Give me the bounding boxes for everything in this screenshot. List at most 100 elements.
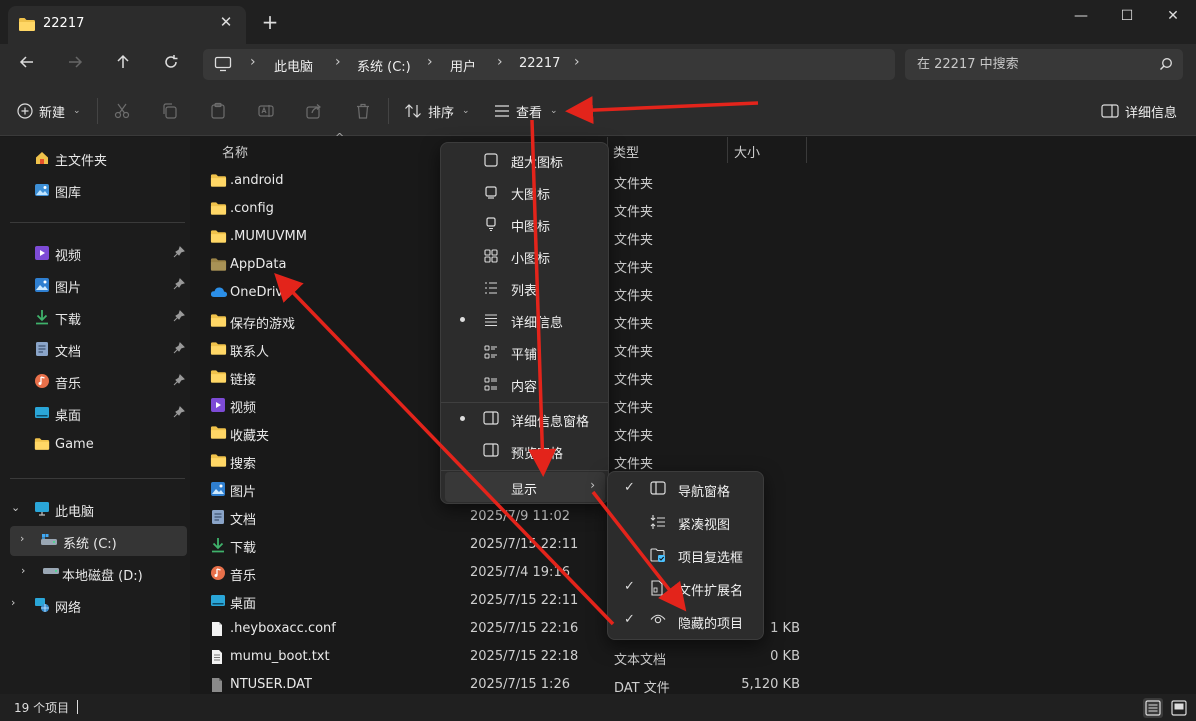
chevron-right-icon[interactable]: ›: [21, 564, 25, 577]
breadcrumb-system-c[interactable]: 系统 (C:): [357, 56, 411, 75]
file-name: 链接: [230, 373, 257, 388]
status-bar: 19 个项目: [0, 694, 1196, 721]
column-header-size[interactable]: 大小: [734, 142, 760, 161]
chevron-down-icon[interactable]: ⌄: [11, 501, 20, 514]
breadcrumb-22217[interactable]: 22217: [519, 56, 560, 71]
hidden-items-icon: [650, 613, 666, 629]
tab-22217[interactable]: 22217 ✕: [8, 6, 246, 44]
chevron-down-icon: ⌄: [462, 106, 470, 116]
chevron-right-icon[interactable]: ›: [11, 596, 15, 609]
sidebar-item-system-c[interactable]: › 系统 (C:): [10, 526, 187, 556]
address-bar[interactable]: › 此电脑 › 系统 (C:) › 用户 › 22217 ›: [203, 49, 895, 80]
documents-icon: [34, 341, 50, 361]
close-window-button[interactable]: ✕: [1159, 6, 1187, 26]
column-header-type[interactable]: 类型: [613, 142, 639, 161]
extra-large-icons-icon: [483, 152, 499, 172]
sidebar-item-game[interactable]: Game: [0, 430, 187, 460]
new-button[interactable]: 新建 ⌄: [17, 99, 81, 123]
menu-item-details[interactable]: 详细信息: [445, 305, 605, 335]
file-name: AppData: [230, 257, 287, 272]
large-icons-view-button[interactable]: [1169, 698, 1189, 718]
menu-item-show[interactable]: 显示 ›: [445, 472, 605, 502]
sidebar-item-downloads[interactable]: 下载: [0, 302, 187, 332]
sidebar-item-network[interactable]: › 网络: [0, 590, 187, 620]
sidebar-divider: [10, 478, 185, 479]
pin-icon[interactable]: [173, 310, 185, 326]
sidebar-item-this-pc[interactable]: ⌄ 此电脑: [0, 494, 187, 524]
cut-button[interactable]: [113, 99, 131, 123]
breadcrumb-this-pc[interactable]: 此电脑: [274, 56, 313, 75]
command-bar: 新建 ⌄ 排序 ⌄ 查看 ⌄ ··· 详细信息: [0, 86, 1196, 136]
submenu-item-item-checkbox[interactable]: 项目复选框: [612, 540, 762, 570]
search-icon[interactable]: [1159, 57, 1173, 75]
menu-item-details-pane[interactable]: 详细信息窗格: [445, 404, 605, 434]
submenu-item-hidden-items[interactable]: ✓ 隐藏的项目: [612, 606, 762, 636]
menu-item-smalls-icon[interactable]: 小图标: [445, 241, 605, 271]
menu-item-list[interactable]: 列表: [445, 273, 605, 303]
column-header-name[interactable]: 名称: [222, 142, 248, 161]
menu-item-mediums-icon[interactable]: 中图标: [445, 209, 605, 239]
network-icon: [34, 597, 50, 617]
details-pane-label: 详细信息: [1125, 105, 1178, 121]
menu-item-extra-larges-icon[interactable]: 超大图标: [445, 145, 605, 175]
file-name: 下载: [230, 541, 257, 556]
up-button[interactable]: [111, 53, 135, 77]
pin-icon[interactable]: [173, 278, 185, 294]
back-button[interactable]: [15, 53, 39, 77]
breadcrumb-separator-icon[interactable]: ›: [250, 54, 256, 70]
file-type: 文件夹: [614, 289, 654, 304]
share-button[interactable]: [305, 99, 323, 123]
menu-item-preview-pane[interactable]: 预览窗格: [445, 436, 605, 466]
trash-icon: [357, 103, 369, 119]
pictures-icon: [34, 277, 50, 297]
sidebar-item-home[interactable]: 主文件夹: [0, 143, 187, 173]
sidebar-item-desktop[interactable]: 桌面: [0, 398, 187, 428]
pin-icon[interactable]: [173, 342, 185, 358]
search-input[interactable]: [905, 49, 1145, 80]
breadcrumb-separator-icon[interactable]: ›: [335, 54, 341, 70]
rename-button[interactable]: [257, 99, 275, 123]
menu-item-content[interactable]: 内容: [445, 369, 605, 399]
search-box[interactable]: [905, 49, 1183, 80]
this-pc-icon: [34, 501, 50, 520]
sort-button[interactable]: 排序 ⌄: [404, 99, 470, 123]
submenu-item-navigation-pane[interactable]: ✓ 导航窗格: [612, 474, 762, 504]
refresh-button[interactable]: [159, 53, 183, 77]
pin-icon[interactable]: [173, 374, 185, 390]
new-tab-button[interactable]: +: [260, 12, 280, 32]
sidebar-item-pictures[interactable]: 图片: [0, 270, 187, 300]
more-options-button[interactable]: ···: [586, 99, 600, 123]
chevron-right-icon[interactable]: ›: [20, 532, 24, 545]
column-divider[interactable]: [727, 137, 728, 163]
minimize-button[interactable]: —: [1067, 6, 1095, 26]
sidebar-item-videos[interactable]: 视频: [0, 238, 187, 268]
breadcrumb-separator-icon[interactable]: ›: [574, 54, 580, 70]
breadcrumb-users[interactable]: 用户: [450, 56, 476, 75]
sidebar-item-music[interactable]: 音乐: [0, 366, 187, 396]
delete-button[interactable]: [354, 99, 372, 123]
folder-icon: [210, 369, 227, 388]
view-button[interactable]: 查看 ⌄: [494, 99, 558, 123]
menu-item-larges-icon[interactable]: 大图标: [445, 177, 605, 207]
pin-icon[interactable]: [173, 406, 185, 422]
pin-icon[interactable]: [173, 246, 185, 262]
file-type: 文件夹: [614, 345, 654, 360]
copy-button[interactable]: [161, 99, 179, 123]
maximize-button[interactable]: ☐: [1113, 6, 1141, 26]
submenu-item-file-extension[interactable]: ✓ 文件扩展名: [612, 573, 762, 603]
item-checkbox-icon: [650, 547, 666, 567]
menu-item-tiles[interactable]: 平铺: [445, 337, 605, 367]
column-divider[interactable]: [806, 137, 807, 163]
details-pane-button[interactable]: 详细信息: [1101, 99, 1177, 123]
submenu-item-compact-view[interactable]: 紧凑视图: [612, 507, 762, 537]
breadcrumb-separator-icon[interactable]: ›: [497, 54, 503, 70]
sidebar-item-local-disk-d[interactable]: › 本地磁盘 (D:): [0, 558, 187, 588]
breadcrumb-separator-icon[interactable]: ›: [427, 54, 433, 70]
table-row[interactable]: mumu_boot.txt 2025/7/15 22:18 文本文档 0 KB: [201, 643, 811, 671]
sidebar-item-gallery[interactable]: 图库: [0, 175, 187, 205]
paste-button[interactable]: [209, 99, 227, 123]
close-tab-icon[interactable]: ✕: [216, 12, 236, 32]
sidebar-item-documents[interactable]: 文档: [0, 334, 187, 364]
details-view-button[interactable]: [1143, 698, 1163, 718]
forward-button[interactable]: [63, 53, 87, 77]
